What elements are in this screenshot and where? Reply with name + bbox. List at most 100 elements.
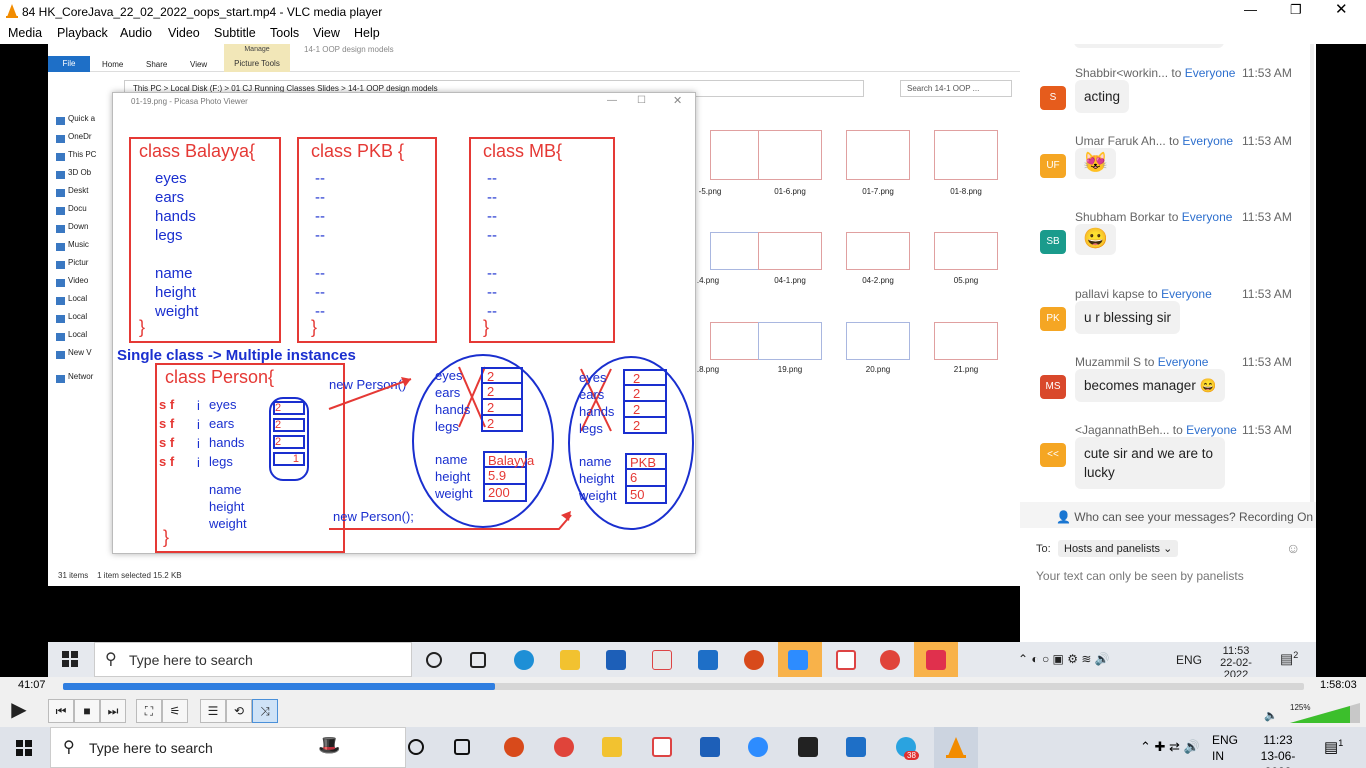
fullscreen-button[interactable]: ⛶ [136,699,162,723]
avatar: UF [1040,154,1066,178]
taskbar-search[interactable]: ⚲ Type here to search [50,727,406,768]
cortana-icon[interactable] [408,739,424,755]
folder-icon[interactable] [602,737,622,757]
speaker-icon[interactable]: 🔈 [1264,709,1278,722]
extended-settings-button[interactable]: ⚟ [162,699,188,723]
telegram-badge: 38 [904,751,919,760]
seek-slider[interactable] [63,683,1304,690]
seek-fill [63,683,495,690]
obj1-values: 2 2 2 2 [481,367,523,432]
video-area[interactable]: Manage 14-1 OOP design models Home Share… [0,44,1366,677]
chevron-down-icon: ⌄ [1163,543,1173,555]
menu-media[interactable]: Media [8,26,42,40]
menu-subtitle[interactable]: Subtitle [214,26,256,40]
tray-icons[interactable]: ⌃ ✚ ⇄ 🔊 [1140,739,1200,755]
mail-icon [698,650,718,670]
thumb-label: 01-7.png [862,187,894,196]
chat-sender: Umar Faruk Ah... to Everyone [1075,134,1234,148]
chat-time: 11:53 AM [1242,66,1292,80]
ribbon: Home Share View [48,56,1020,72]
sticky-notes-icon[interactable] [798,737,818,757]
zoom-icon[interactable] [748,737,768,757]
task-view-icon[interactable] [454,739,470,755]
recorded-screen: Manage 14-1 OOP design models Home Share… [48,44,1316,642]
store-icon [606,650,626,670]
menu-audio[interactable]: Audio [120,26,152,40]
window-title: 84 HK_CoreJava_22_02_2022_oops_start.mp4… [22,5,383,19]
chrome-icon[interactable] [554,737,574,757]
menu-tools[interactable]: Tools [270,26,299,40]
windows-start-icon[interactable] [16,740,32,756]
nav-item: Quick a [48,114,112,132]
emoji-icon[interactable]: ☺ [1286,540,1300,556]
progress-bar: 41:07 1:58:03 [0,677,1366,695]
chat-sender: Muzammil S to Everyone [1075,355,1209,369]
record-icon [744,650,764,670]
menu-video[interactable]: Video [168,26,200,40]
thumb-label: 04-2.png [862,276,894,285]
thumb-label: 04-1.png [774,276,806,285]
explorer-title: 14-1 OOP design models [304,45,394,54]
record-icon[interactable] [504,737,524,757]
total-time: 1:58:03 [1320,679,1357,691]
nav-item: Docu [48,204,112,222]
taskbar-clock[interactable]: 11:2313-06-2022 [1248,732,1308,768]
snip-icon[interactable] [652,737,672,757]
taskbar-lang[interactable]: ENG IN [1212,732,1238,764]
menu-help[interactable]: Help [354,26,380,40]
ribbon-share: Share [146,60,168,69]
shuffle-button[interactable]: ⤨ [252,699,278,723]
vlc-cone-icon [946,737,966,758]
play-button[interactable]: ▶ [4,699,34,723]
chat-scrollbar[interactable] [1310,44,1314,502]
obj1-data: Balayya 5.9 200 [483,451,534,502]
obj2-fields: eyes ears hands legs [579,370,615,436]
thumbnail [846,322,910,360]
app-icon [926,650,946,670]
chat-input[interactable]: Your text can only be seen by panelists [1036,569,1244,583]
notification-icon[interactable]: ▤1 [1324,738,1343,756]
next-button[interactable]: ⏭ [100,699,126,723]
menu-view[interactable]: View [313,26,340,40]
snip-icon [836,650,856,670]
playlist-button[interactable]: ☰ [200,699,226,723]
thumbnail [934,130,998,180]
ribbon-file: File [48,56,90,72]
menu-playback[interactable]: Playback [57,26,108,40]
chat-text: u r blessing sir [1075,301,1181,334]
explorer-nav: Quick a OneDr This PC 3D Ob Deskt Docu D… [48,114,112,390]
chat-time: 11:53 AM [1242,287,1292,301]
thumbnail [934,322,998,360]
vlc-window: 84 HK_CoreJava_22_02_2022_oops_start.mp4… [0,0,1366,768]
visibility-notice[interactable]: 👤 Who can see your messages? Recording O… [1056,510,1313,524]
search-icon: ⚲ [105,651,117,668]
ribbon-view: View [190,60,208,69]
avatar: SB [1040,230,1066,254]
edge-icon [514,650,534,670]
previous-button[interactable]: ⏮ [48,699,74,723]
avatar: << [1040,443,1066,467]
menu-bar: Media Playback Audio Video Subtitle Tool… [0,23,1366,44]
title-bar: 84 HK_CoreJava_22_02_2022_oops_start.mp4… [0,0,1366,23]
restore-button[interactable]: ❐ [1290,2,1302,18]
picasa-close: ✕ [673,95,683,107]
chat-sender: Shabbir<workin... to Everyone [1075,66,1236,80]
nav-item: OneDr [48,132,112,150]
thumbnail [846,232,910,270]
explorer-search: Search 14-1 OOP ... [900,80,1012,97]
recipient-select[interactable]: Hosts and panelists ⌄ [1058,540,1179,557]
thumbnail [758,232,822,270]
store-icon[interactable] [700,737,720,757]
stop-button[interactable]: ■ [74,699,100,723]
thumbnail [758,130,822,180]
minimize-button[interactable]: — [1244,2,1257,17]
chat-time: 11:53 AM [1242,355,1292,369]
avatar: MS [1040,375,1066,399]
close-button[interactable]: ✕ [1335,0,1348,18]
zoom-icon [788,650,808,670]
nav-item: Video [48,276,112,294]
obj2-data: PKB 6 50 [625,453,667,504]
photos-icon[interactable] [846,737,866,757]
loop-button[interactable]: ⟲ [226,699,252,723]
windows-start-icon [62,651,78,667]
